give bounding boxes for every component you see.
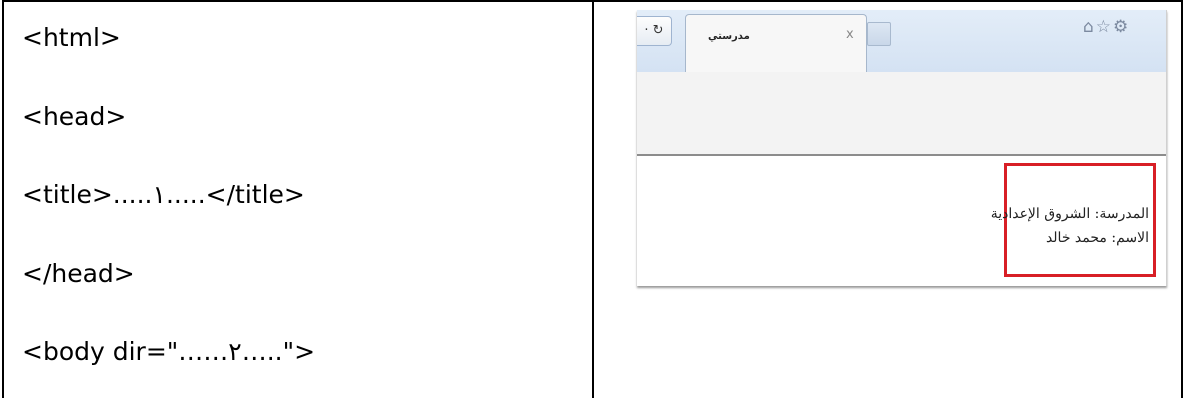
home-star-gear-icon[interactable]: ⌂☆⚙ [1083,17,1130,37]
refresh-icon: · ↻ [644,23,664,38]
tab-madrasati[interactable]: مدرستي x [685,14,867,73]
code-line-body: <body dir="……٢….."> [22,337,316,366]
browser-toolbar: · ↻ مدرستي x ⌂☆⚙ [637,10,1166,73]
page-viewport: المدرسة: الشروق الإعدادية الاسم: محمد خا… [637,72,1166,286]
new-tab-button[interactable] [867,22,891,46]
tab-title: مدرستي [708,31,750,42]
browser-screenshot: · ↻ مدرستي x ⌂☆⚙ المدرسة: الشروق الإعداد… [637,10,1167,286]
column-divider [592,0,594,398]
code-line-head: <head> [22,102,127,131]
name-line: الاسم: محمد خالد [1045,230,1149,246]
page-header-band [637,72,1166,154]
code-line-head-close: </head> [22,259,135,288]
close-icon[interactable]: x [846,27,854,42]
school-line: المدرسة: الشروق الإعدادية [990,206,1149,222]
code-line-html: <html> [22,23,121,52]
refresh-button[interactable]: · ↻ [637,16,672,46]
page-separator [637,154,1166,156]
code-line-title: <title>.....١.....</title> [22,180,305,209]
